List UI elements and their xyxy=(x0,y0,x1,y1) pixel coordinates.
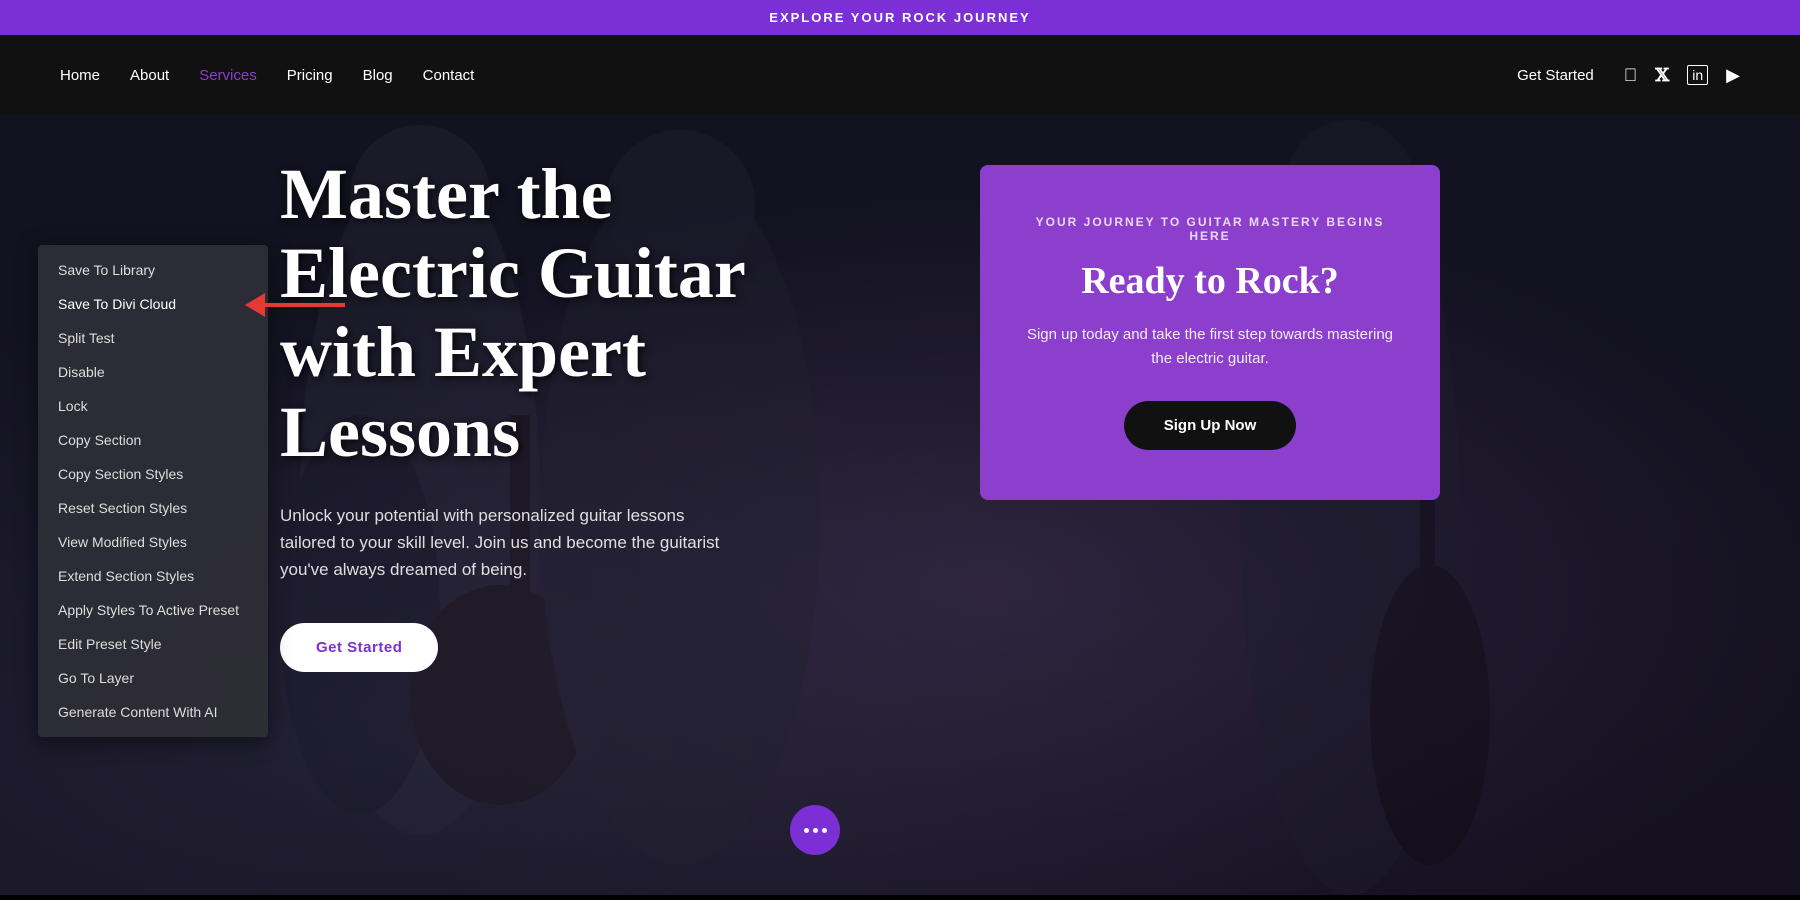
hero-title: Master the Electric Guitar with Expert L… xyxy=(280,155,830,472)
dot-1 xyxy=(804,828,809,833)
promo-card-label: YOUR JOURNEY TO GUITAR MASTERY BEGINS HE… xyxy=(1020,215,1400,243)
promo-card-title: Ready to Rock? xyxy=(1020,259,1400,303)
promo-card-text: Sign up today and take the first step to… xyxy=(1020,323,1400,371)
menu-item-copy-section-styles[interactable]: Copy Section Styles xyxy=(38,457,268,491)
nav-about[interactable]: About xyxy=(130,67,169,84)
dots-menu-button[interactable] xyxy=(790,805,840,855)
x-twitter-icon[interactable]: 𝕏 xyxy=(1655,65,1669,86)
hero-cta-button[interactable]: Get Started xyxy=(280,623,438,672)
nav-get-started[interactable]: Get Started xyxy=(1517,67,1594,84)
menu-item-save-divi-cloud[interactable]: Save To Divi Cloud xyxy=(38,287,268,321)
youtube-icon[interactable]: ▶ xyxy=(1726,65,1740,86)
arrow-line xyxy=(265,303,345,307)
nav-pricing[interactable]: Pricing xyxy=(287,67,333,84)
dot-3 xyxy=(822,828,827,833)
hero-section: Master the Electric Guitar with Expert L… xyxy=(0,115,1800,895)
social-icons:  𝕏 in ▶ xyxy=(1624,65,1740,86)
menu-item-save-library[interactable]: Save To Library xyxy=(38,253,268,287)
dot-2 xyxy=(813,828,818,833)
linkedin-icon[interactable]: in xyxy=(1687,65,1708,85)
facebook-icon[interactable]:  xyxy=(1624,65,1638,86)
nav-contact[interactable]: Contact xyxy=(423,67,475,84)
nav-links: Home About Services Pricing Blog Contact xyxy=(60,67,474,84)
arrow-head xyxy=(245,293,265,317)
nav-home[interactable]: Home xyxy=(60,67,100,84)
menu-item-go-to-layer[interactable]: Go To Layer xyxy=(38,661,268,695)
context-menu: Save To Library Save To Divi Cloud Split… xyxy=(38,245,268,737)
menu-item-edit-preset-style[interactable]: Edit Preset Style xyxy=(38,627,268,661)
menu-item-reset-section-styles[interactable]: Reset Section Styles xyxy=(38,491,268,525)
menu-item-apply-styles-preset[interactable]: Apply Styles To Active Preset xyxy=(38,593,268,627)
hero-subtitle: Unlock your potential with personalized … xyxy=(280,502,740,584)
red-arrow-indicator xyxy=(245,293,345,317)
banner-text: EXPLORE YOUR ROCK JOURNEY xyxy=(769,10,1030,25)
nav-right: Get Started  𝕏 in ▶ xyxy=(1517,65,1740,86)
hero-bg-art xyxy=(0,115,1800,895)
menu-item-disable[interactable]: Disable xyxy=(38,355,268,389)
menu-item-split-test[interactable]: Split Test xyxy=(38,321,268,355)
menu-item-generate-content-ai[interactable]: Generate Content With AI xyxy=(38,695,268,729)
top-banner: EXPLORE YOUR ROCK JOURNEY xyxy=(0,0,1800,35)
hero-content: Master the Electric Guitar with Expert L… xyxy=(280,155,830,672)
menu-item-view-modified-styles[interactable]: View Modified Styles xyxy=(38,525,268,559)
menu-item-lock[interactable]: Lock xyxy=(38,389,268,423)
menu-item-extend-section-styles[interactable]: Extend Section Styles xyxy=(38,559,268,593)
nav-blog[interactable]: Blog xyxy=(363,67,393,84)
sign-up-button[interactable]: Sign Up Now xyxy=(1124,401,1297,450)
nav-services[interactable]: Services xyxy=(199,67,257,84)
nav-bar: Home About Services Pricing Blog Contact… xyxy=(0,35,1800,115)
menu-item-copy-section[interactable]: Copy Section xyxy=(38,423,268,457)
promo-card: YOUR JOURNEY TO GUITAR MASTERY BEGINS HE… xyxy=(980,165,1440,500)
